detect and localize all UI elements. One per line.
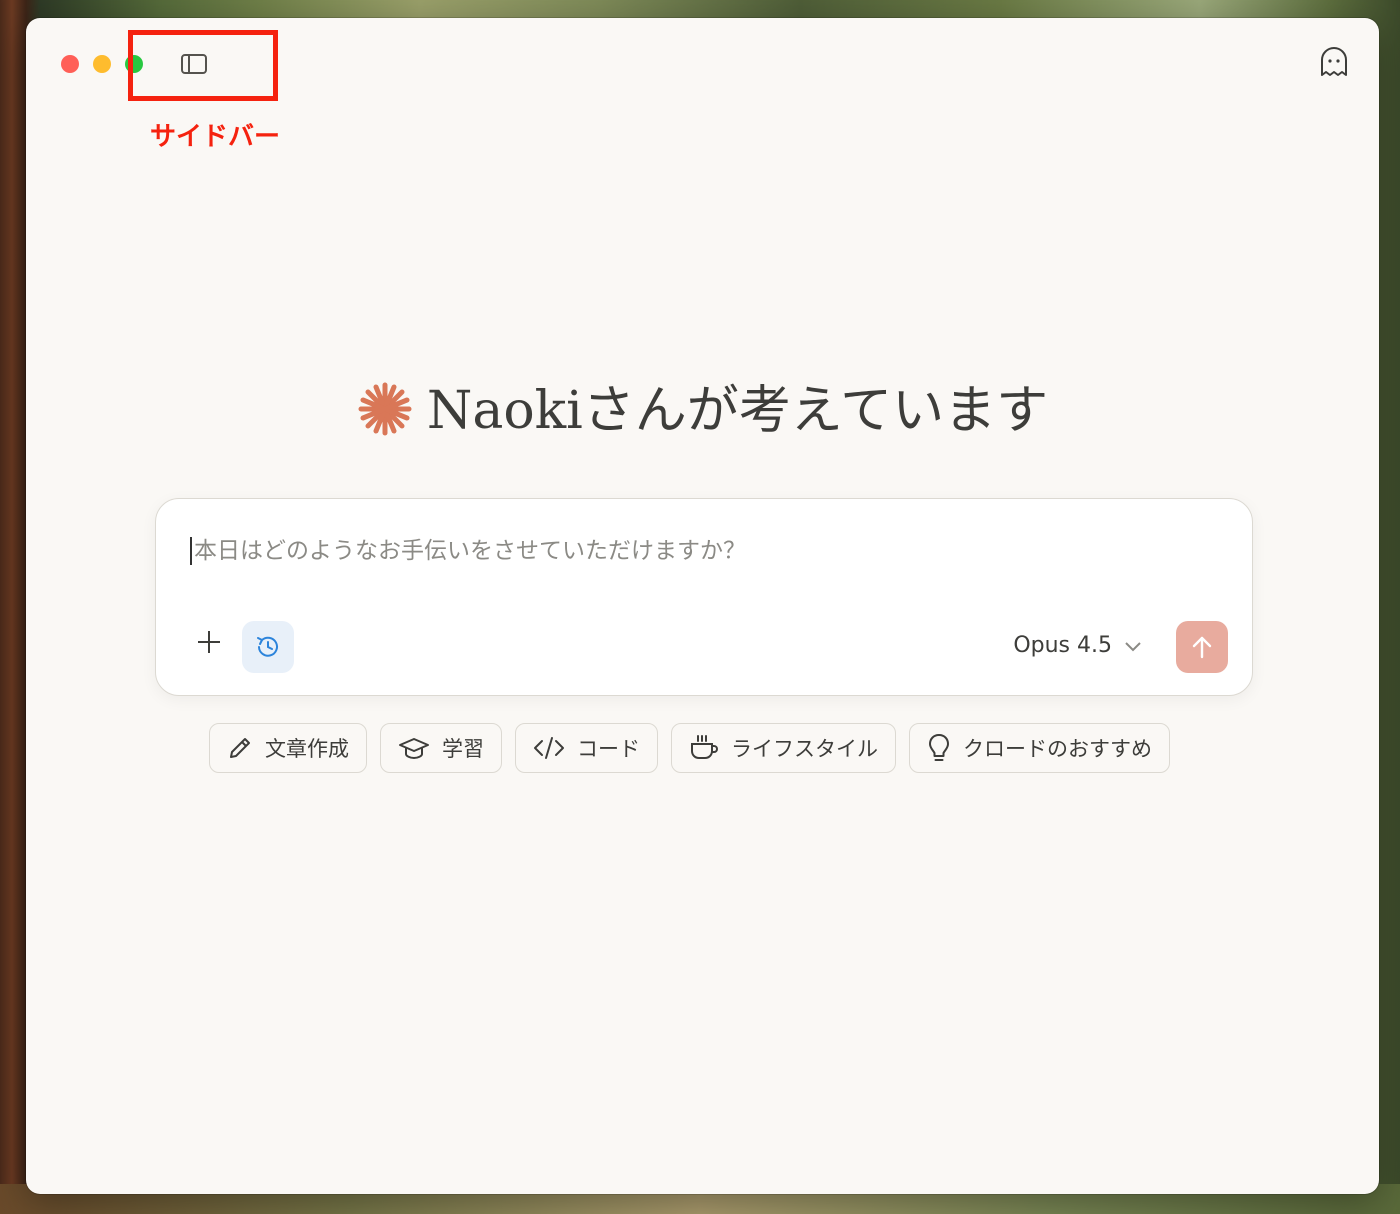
graduation-cap-icon <box>399 738 429 760</box>
claude-spark-icon <box>358 382 412 435</box>
code-icon <box>534 737 564 759</box>
chip-writing[interactable]: 文章作成 <box>209 723 367 773</box>
incognito-button[interactable] <box>1319 46 1349 78</box>
plus-icon <box>198 631 220 653</box>
close-window-button[interactable] <box>61 55 79 73</box>
chip-label: 学習 <box>442 737 484 761</box>
chip-label: 文章作成 <box>265 737 349 761</box>
send-button[interactable] <box>1176 621 1228 673</box>
chip-learning[interactable]: 学習 <box>380 723 502 773</box>
suggestion-chips: 文章作成 学習 コード ライフスタイル クロードのおすすめ <box>209 723 1170 773</box>
model-selector[interactable]: Opus 4.5 <box>1013 633 1142 658</box>
pencil-icon <box>230 738 250 758</box>
clock-history-icon <box>257 636 278 657</box>
chip-label: コード <box>577 737 640 761</box>
add-attachment-button[interactable] <box>188 621 230 663</box>
chip-lifestyle[interactable]: ライフスタイル <box>671 723 896 773</box>
greeting-heading: Naokiさんが考えています <box>26 368 1379 443</box>
model-name: Opus 4.5 <box>1013 633 1112 658</box>
message-composer: 本日はどのようなお手伝いをさせていただけますか？ Opus 4.5 <box>155 498 1253 696</box>
annotation-label: サイドバー <box>150 122 281 152</box>
chip-label: クロードのおすすめ <box>963 737 1152 761</box>
chip-label: ライフスタイル <box>731 737 878 761</box>
app-window: サイドバー Naokiさんが考えています 本日はどのようなお手伝いをさせていただ… <box>26 18 1379 1194</box>
arrow-up-icon <box>1192 636 1212 659</box>
lightbulb-icon <box>929 734 949 761</box>
greeting-text: Naokiさんが考えています <box>426 381 1049 441</box>
extended-thinking-button[interactable] <box>242 621 294 673</box>
chip-code[interactable]: コード <box>515 723 658 773</box>
message-input[interactable]: 本日はどのようなお手伝いをさせていただけますか？ <box>190 537 746 565</box>
annotation-highlight-box <box>128 30 278 101</box>
chevron-down-icon <box>1125 641 1141 651</box>
ghost-icon <box>1321 47 1347 76</box>
coffee-cup-icon <box>691 735 719 759</box>
minimize-window-button[interactable] <box>93 55 111 73</box>
chip-claude-picks[interactable]: クロードのおすすめ <box>909 723 1170 773</box>
